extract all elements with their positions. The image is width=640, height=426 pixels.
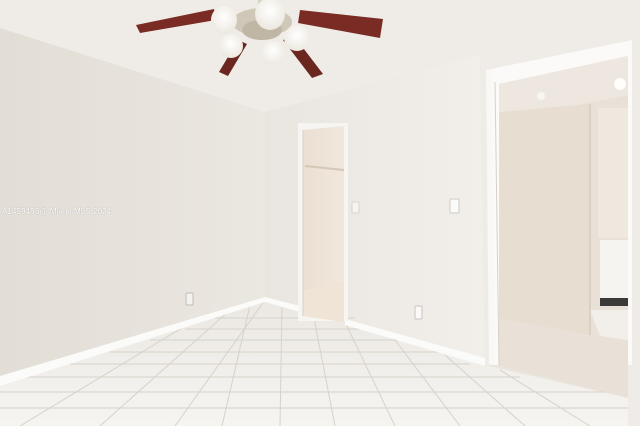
fan-light [219,34,243,58]
vanity-cabinet [600,240,628,298]
bathroom-light [537,92,545,100]
switch-small [351,201,360,214]
fan-light [284,25,310,51]
electrical-outlet [414,305,423,320]
light-switch [449,198,460,214]
electrical-outlet-left [185,292,194,306]
mirror [598,108,628,238]
watermark-text: A1459453@ Miami MLS 2024 [2,207,112,216]
closet-doorway [298,123,348,322]
vanity-light [614,78,626,90]
bathroom-doorway [486,40,632,398]
fan-light [261,41,285,65]
room-photo: A1459453@ Miami MLS 2024 [0,0,640,426]
fan-light [211,6,237,34]
